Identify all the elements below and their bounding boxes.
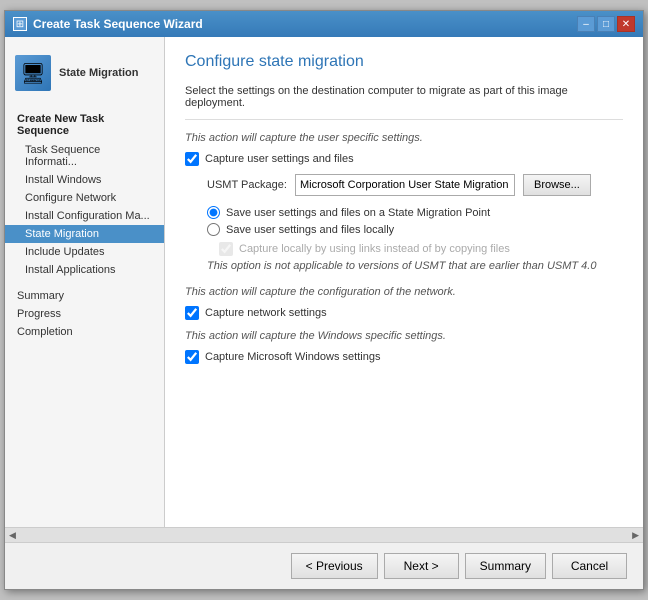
capture-user-settings-label: Capture user settings and files bbox=[205, 153, 354, 165]
content-area: 🖥 State Migration Create New Task Sequen… bbox=[5, 37, 643, 527]
sidebar: 🖥 State Migration Create New Task Sequen… bbox=[5, 37, 165, 527]
summary-button[interactable]: Summary bbox=[465, 553, 546, 579]
sidebar-item-summary[interactable]: Summary bbox=[5, 287, 164, 305]
capture-windows-row: Capture Microsoft Windows settings bbox=[185, 350, 623, 364]
capture-network-label: Capture network settings bbox=[205, 307, 327, 319]
sidebar-item-configure-network[interactable]: Configure Network bbox=[5, 189, 164, 207]
radio-locally-row: Save user settings and files locally bbox=[207, 223, 623, 236]
usmt-row: USMT Package: Browse... bbox=[207, 174, 623, 196]
window-bottom: ◀ ▶ < Previous Next > Summary Cancel bbox=[5, 527, 643, 589]
main-window: ⊞ Create Task Sequence Wizard – □ ✕ 🖥 St… bbox=[4, 10, 644, 590]
page-title: Configure state migration bbox=[185, 53, 623, 71]
windows-settings-note: This action will capture the Windows spe… bbox=[185, 330, 623, 342]
capture-user-settings-row: Capture user settings and files bbox=[185, 152, 623, 166]
capture-locally-row: Capture locally by using links instead o… bbox=[219, 242, 623, 256]
sidebar-item-install-apps[interactable]: Install Applications bbox=[5, 261, 164, 279]
sidebar-bottom-nav: Summary Progress Completion bbox=[5, 287, 164, 341]
sidebar-item-create-new: Create New Task Sequence bbox=[5, 109, 164, 141]
browse-button[interactable]: Browse... bbox=[523, 174, 591, 196]
scroll-left-arrow[interactable]: ◀ bbox=[9, 530, 16, 541]
sidebar-header-icon: 🖥 bbox=[15, 55, 51, 91]
title-bar: ⊞ Create Task Sequence Wizard – □ ✕ bbox=[5, 11, 643, 37]
radio-migration-point-row: Save user settings and files on a State … bbox=[207, 206, 623, 219]
horizontal-scrollbar[interactable]: ◀ ▶ bbox=[5, 527, 643, 542]
usmt-input[interactable] bbox=[295, 174, 515, 196]
window-title: Create Task Sequence Wizard bbox=[33, 17, 203, 31]
capture-network-checkbox[interactable] bbox=[185, 306, 199, 320]
radio-group: Save user settings and files on a State … bbox=[207, 206, 623, 236]
capture-user-settings-checkbox[interactable] bbox=[185, 152, 199, 166]
user-settings-note: This action will capture the user specif… bbox=[185, 132, 623, 144]
capture-windows-label: Capture Microsoft Windows settings bbox=[205, 351, 380, 363]
capture-windows-checkbox[interactable] bbox=[185, 350, 199, 364]
radio-locally[interactable] bbox=[207, 223, 220, 236]
capture-locally-checkbox bbox=[219, 242, 233, 256]
window-icon: ⊞ bbox=[13, 17, 27, 31]
sidebar-item-install-config[interactable]: Install Configuration Ma... bbox=[5, 207, 164, 225]
cancel-button[interactable]: Cancel bbox=[552, 553, 627, 579]
close-button[interactable]: ✕ bbox=[617, 16, 635, 32]
capture-network-row: Capture network settings bbox=[185, 306, 623, 320]
sidebar-item-include-updates[interactable]: Include Updates bbox=[5, 243, 164, 261]
page-description: Select the settings on the destination c… bbox=[185, 85, 623, 120]
footer: < Previous Next > Summary Cancel bbox=[5, 542, 643, 589]
usmt-label: USMT Package: bbox=[207, 179, 287, 191]
sidebar-header: 🖥 State Migration bbox=[5, 47, 164, 99]
capture-locally-label: Capture locally by using links instead o… bbox=[239, 243, 510, 255]
scroll-right-arrow[interactable]: ▶ bbox=[632, 530, 639, 541]
main-content: Configure state migration Select the set… bbox=[165, 37, 643, 527]
radio-migration-point-label: Save user settings and files on a State … bbox=[226, 207, 490, 219]
title-bar-left: ⊞ Create Task Sequence Wizard bbox=[13, 17, 203, 31]
network-settings-note: This action will capture the configurati… bbox=[185, 286, 623, 298]
sidebar-header-label: State Migration bbox=[59, 67, 138, 79]
sidebar-item-completion[interactable]: Completion bbox=[5, 323, 164, 341]
title-bar-controls: – □ ✕ bbox=[577, 16, 635, 32]
minimize-button[interactable]: – bbox=[577, 16, 595, 32]
sidebar-nav: Create New Task Sequence Task Sequence I… bbox=[5, 107, 164, 281]
sidebar-item-progress[interactable]: Progress bbox=[5, 305, 164, 323]
sidebar-item-install-windows[interactable]: Install Windows bbox=[5, 171, 164, 189]
radio-migration-point[interactable] bbox=[207, 206, 220, 219]
previous-button[interactable]: < Previous bbox=[291, 553, 378, 579]
next-button[interactable]: Next > bbox=[384, 553, 459, 579]
sidebar-item-task-info[interactable]: Task Sequence Informati... bbox=[5, 141, 164, 171]
maximize-button[interactable]: □ bbox=[597, 16, 615, 32]
usmt-note: This option is not applicable to version… bbox=[207, 260, 623, 272]
radio-locally-label: Save user settings and files locally bbox=[226, 224, 394, 236]
sidebar-item-state-migration[interactable]: State Migration bbox=[5, 225, 164, 243]
